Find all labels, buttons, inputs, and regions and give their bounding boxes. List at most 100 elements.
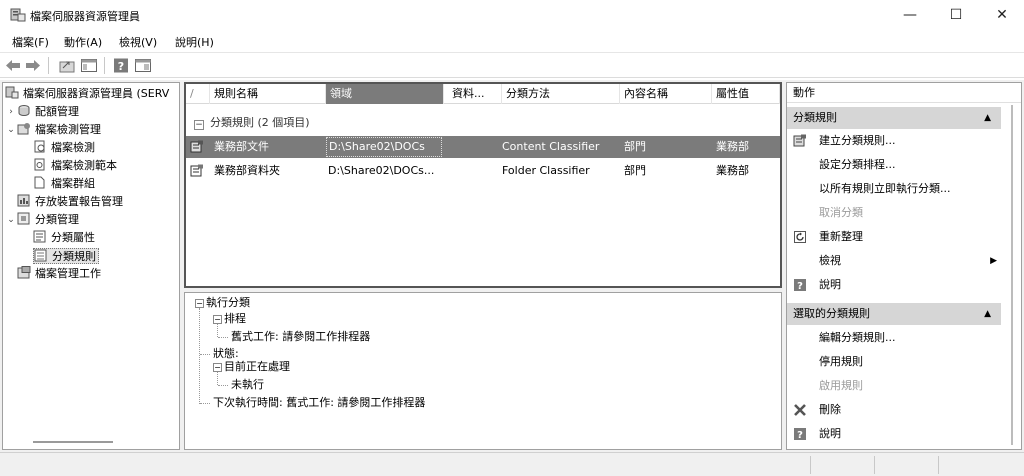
menu-help[interactable]: 說明(H) bbox=[175, 34, 214, 50]
server-manager-icon bbox=[5, 86, 19, 99]
classification-icon bbox=[17, 212, 30, 225]
column-header-rule-name[interactable]: 規則名稱 bbox=[210, 84, 326, 104]
tree-item-file-screening[interactable]: ⌄ 檔案檢測管理 bbox=[5, 122, 101, 138]
actions-section-selected-rule[interactable]: 選取的分類規則 ▲ bbox=[787, 303, 1001, 325]
show-hide-tree-icon[interactable] bbox=[80, 57, 98, 74]
detail-schedule[interactable]: − 排程 bbox=[213, 312, 246, 326]
tree-horizontal-scrollbar[interactable] bbox=[33, 441, 113, 443]
toolbar-separator bbox=[48, 57, 49, 74]
menu-file[interactable]: 檔案(F) bbox=[12, 34, 49, 50]
tree-item-file-groups[interactable]: 檔案群組 bbox=[33, 176, 95, 192]
maximize-button[interactable]: ☐ bbox=[933, 0, 979, 30]
collapse-icon[interactable]: − bbox=[213, 315, 222, 324]
new-rule-icon bbox=[793, 134, 806, 147]
tree-connector bbox=[218, 337, 228, 338]
tree-item-screen-templates[interactable]: 檔案檢測範本 bbox=[33, 158, 117, 174]
chevron-down-icon[interactable]: ⌄ bbox=[5, 212, 17, 228]
tree-root[interactable]: 檔案伺服器資源管理員 (SERV bbox=[5, 86, 169, 102]
close-button[interactable]: ✕ bbox=[979, 0, 1024, 30]
file-screen-icon bbox=[34, 140, 45, 153]
detail-not-running: 未執行 bbox=[231, 378, 264, 391]
tree-item-file-screens[interactable]: 檔案檢測 bbox=[33, 140, 95, 156]
action-enable-rule[interactable]: 啟用規則 bbox=[787, 374, 1001, 398]
file-screen-icon bbox=[17, 123, 30, 135]
collapse-up-icon[interactable]: ▲ bbox=[984, 107, 991, 129]
tree-item-classification-management[interactable]: ⌄ 分類管理 bbox=[5, 212, 79, 228]
action-run-all-now[interactable]: 以所有規則立即執行分類... bbox=[787, 177, 1001, 201]
detail-running[interactable]: − 目前正在處理 bbox=[213, 360, 290, 374]
chevron-down-icon[interactable]: ⌄ bbox=[5, 122, 17, 138]
actions-section-classification-rules[interactable]: 分類規則 ▲ bbox=[787, 107, 1001, 129]
cell-value: 業務部 bbox=[716, 140, 749, 153]
action-refresh[interactable]: 重新整理 bbox=[787, 225, 1001, 249]
cell-value: 業務部 bbox=[716, 164, 749, 177]
cell-method: Folder Classifier bbox=[502, 164, 590, 177]
tree-item-classification-rules[interactable]: 分類規則 bbox=[33, 248, 99, 264]
help-icon: ? bbox=[794, 279, 806, 292]
refresh-icon bbox=[794, 231, 806, 243]
status-divider bbox=[810, 456, 811, 474]
table-row[interactable]: 業務部文件 D:\Share02\DOCs Content Classifier… bbox=[186, 136, 780, 158]
template-icon bbox=[34, 158, 45, 171]
minimize-button[interactable]: — bbox=[887, 0, 933, 30]
cell-rule-name: 業務部資料夾 bbox=[214, 164, 280, 177]
server-manager-icon bbox=[10, 8, 26, 22]
tree-connector bbox=[200, 354, 210, 355]
menu-view[interactable]: 檢視(V) bbox=[119, 34, 157, 50]
console-tree: 檔案伺服器資源管理員 (SERV › 配額管理 ⌄ 檔案檢測管理 檔案檢測 檔案檢測… bbox=[2, 82, 180, 450]
collapse-icon[interactable]: − bbox=[195, 299, 204, 308]
app-window: 檔案伺服器資源管理員 — ☐ ✕ 檔案(F) 動作(A) 檢視(V) 說明(H) bbox=[0, 0, 1024, 476]
back-arrow-icon[interactable] bbox=[4, 57, 22, 74]
action-edit-rule[interactable]: 編輯分類規則... bbox=[787, 326, 1001, 350]
tree-item-quota[interactable]: › 配額管理 bbox=[5, 104, 79, 120]
column-header-method[interactable]: 分類方法 bbox=[502, 84, 620, 104]
action-help-selected[interactable]: ? 說明 bbox=[787, 422, 1001, 446]
column-header-value[interactable]: 屬性值 bbox=[712, 84, 780, 104]
cell-rule-name: 業務部文件 bbox=[214, 140, 269, 153]
action-cancel-classification[interactable]: 取消分類 bbox=[787, 201, 1001, 225]
cell-scope: D:\Share02\DOCs... bbox=[328, 164, 435, 177]
collapse-icon[interactable]: − bbox=[213, 363, 222, 372]
status-divider bbox=[938, 456, 939, 474]
up-folder-icon[interactable] bbox=[58, 57, 76, 74]
tree-item-classification-properties[interactable]: 分類屬性 bbox=[33, 230, 95, 246]
action-configure-schedule[interactable]: 設定分類排程... bbox=[787, 153, 1001, 177]
menu-action[interactable]: 動作(A) bbox=[64, 34, 102, 50]
svg-text:?: ? bbox=[797, 430, 803, 441]
action-create-rule[interactable]: 建立分類規則... bbox=[787, 129, 1001, 153]
quota-icon bbox=[18, 105, 30, 116]
column-header-scope[interactable]: 領域 bbox=[326, 84, 444, 104]
chevron-right-icon[interactable]: › bbox=[5, 104, 17, 120]
detail-pane: − 執行分類 − 排程 舊式工作: 請參閱工作排程器 狀態: − 目前正在處理 未執行… bbox=[184, 292, 782, 450]
svg-text:?: ? bbox=[797, 281, 803, 292]
action-disable-rule[interactable]: 停用規則 bbox=[787, 350, 1001, 374]
action-delete[interactable]: 刪除 bbox=[787, 398, 1001, 422]
delete-icon bbox=[794, 404, 806, 416]
cell-property: 部門 bbox=[624, 140, 646, 153]
toolbar-separator bbox=[104, 57, 105, 74]
tree-item-file-management-tasks[interactable]: 檔案管理工作 bbox=[17, 266, 101, 282]
action-pane-toggle-icon[interactable] bbox=[134, 57, 152, 74]
detail-run-classification[interactable]: − 執行分類 bbox=[195, 296, 250, 310]
status-divider bbox=[874, 456, 875, 474]
column-header-sort[interactable]: / bbox=[186, 84, 210, 104]
collapse-icon[interactable]: − bbox=[194, 120, 204, 130]
title-bar: 檔案伺服器資源管理員 — ☐ ✕ bbox=[0, 0, 1024, 30]
rule-icon bbox=[190, 164, 203, 177]
column-header-property[interactable]: 內容名稱 bbox=[620, 84, 712, 104]
action-help[interactable]: ? 說明 bbox=[787, 273, 1001, 297]
cell-scope: D:\Share02\DOCs bbox=[326, 137, 442, 157]
group-header[interactable]: − 分類規則 (2 個項目) bbox=[186, 114, 310, 132]
help-icon[interactable]: ? bbox=[112, 57, 130, 74]
action-view[interactable]: 檢視 ▶ bbox=[787, 249, 1001, 273]
actions-vertical-scrollbar[interactable] bbox=[1011, 105, 1013, 445]
collapse-up-icon[interactable]: ▲ bbox=[984, 303, 991, 325]
toolbar: ? bbox=[0, 52, 1024, 78]
column-header-data[interactable]: 資料... bbox=[448, 84, 502, 104]
tree-item-storage-reports[interactable]: 存放裝置報告管理 bbox=[17, 194, 123, 210]
rules-icon bbox=[34, 249, 47, 262]
forward-arrow-icon[interactable] bbox=[24, 57, 42, 74]
rules-list: / 規則名稱 領域 資料... 分類方法 內容名稱 屬性值 − 分類規則 (2 個… bbox=[184, 82, 782, 288]
cell-method: Content Classifier bbox=[502, 140, 600, 153]
table-row[interactable]: 業務部資料夾 D:\Share02\DOCs... Folder Classif… bbox=[186, 160, 780, 182]
